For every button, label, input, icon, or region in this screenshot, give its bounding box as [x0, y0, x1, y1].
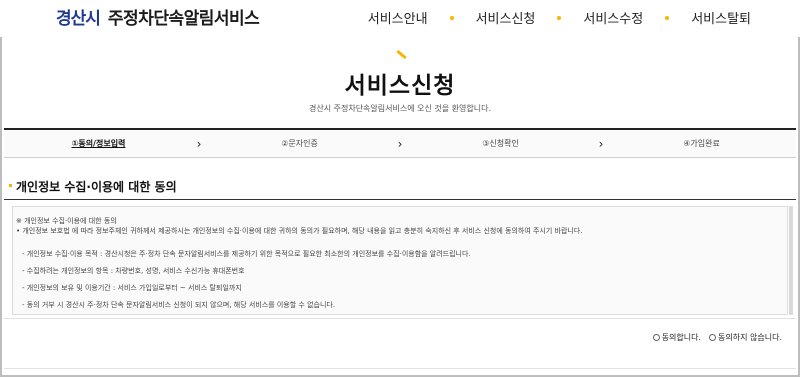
page-subtitle: 경산시 주정차단속알림서비스에 오신 것을 환영합니다.: [309, 104, 491, 113]
nav-separator-dot: [665, 15, 670, 20]
terms-item-purpose: - 개인정보 수집·이용 목적 : 경산시청은 주·정차 단속 문자알림서비스를…: [22, 250, 471, 258]
step-consent-info: ①동의/정보입력: [71, 139, 126, 148]
radio-circle-icon: [652, 334, 660, 341]
terms-scrollbar[interactable]: [789, 206, 793, 315]
page-title: 서비스신청: [344, 73, 456, 99]
terms-content: ※ 개인정보 수집·이용에 대한 동의 • 개인정보 보호법 에 따라 정보주체…: [16, 216, 756, 310]
chevron-right-icon: ›: [598, 136, 604, 151]
nav-item-service-withdraw[interactable]: 서비스탈퇴: [680, 8, 762, 27]
step-sms-auth: ②문자인증: [281, 139, 318, 148]
logo-mark: 경산시: [56, 8, 101, 29]
radio-circle-icon: [709, 334, 717, 341]
bottom-divider: [4, 368, 796, 369]
section-bullet: [9, 184, 12, 187]
terms-item-refusal: - 동의 거부 시 경산시 주·정차 단속 문자알림서비스 신청이 되지 않으며…: [22, 301, 336, 309]
agree-radio[interactable]: 동의합니다.: [652, 332, 702, 343]
disagree-radio[interactable]: 동의하지 않습니다.: [709, 332, 782, 343]
nav-item-service-modify[interactable]: 서비스수정: [572, 8, 654, 27]
consent-options: 동의합니다. 동의하지 않습니다.: [652, 332, 782, 343]
terms-item-fields: - 수집하려는 개인정보의 항목 : 차량번호, 성명, 서비스 수신가능 휴대…: [22, 267, 245, 275]
terms-title: ※ 개인정보 수집·이용에 대한 동의: [16, 217, 117, 225]
section-heading: 개인정보 수집·이용에 대한 동의: [16, 180, 177, 194]
step-confirm: ③신청확인: [482, 139, 519, 148]
nav-item-service-info[interactable]: 서비스안내: [357, 8, 439, 27]
section-divider: [4, 199, 796, 200]
agree-label: 동의합니다.: [661, 333, 702, 342]
main-nav: 서비스안내 서비스신청 서비스수정 서비스탈퇴: [357, 8, 762, 27]
terms-item-retention: - 개인정보의 보유 및 이용기간 : 서비스 가입일로부터 ~ 서비스 탈퇴일…: [22, 284, 242, 292]
service-name: 주정차단속알림서비스: [107, 8, 260, 29]
nav-separator-dot: [557, 15, 562, 20]
nav-separator-dot: [449, 15, 454, 20]
chevron-right-icon: ›: [196, 136, 202, 151]
site-logo[interactable]: 경산시 주정차단속알림서비스: [56, 4, 260, 29]
step-indicator: ①동의/정보입력 › ②문자인증 › ③신청확인 › ④가입완료: [4, 128, 796, 158]
step-complete: ④가입완료: [683, 139, 720, 148]
disagree-label: 동의하지 않습니다.: [718, 333, 782, 342]
nav-item-service-apply[interactable]: 서비스신청: [465, 8, 547, 27]
chevron-right-icon: ›: [397, 136, 403, 151]
terms-intro: • 개인정보 보호법 에 따라 정보주체인 귀하께서 제공하시는 개인정보의 수…: [16, 227, 583, 235]
consent-area: [4, 318, 796, 373]
top-header: 경산시 주정차단속알림서비스 서비스안내 서비스신청 서비스수정 서비스탈퇴: [0, 0, 800, 37]
